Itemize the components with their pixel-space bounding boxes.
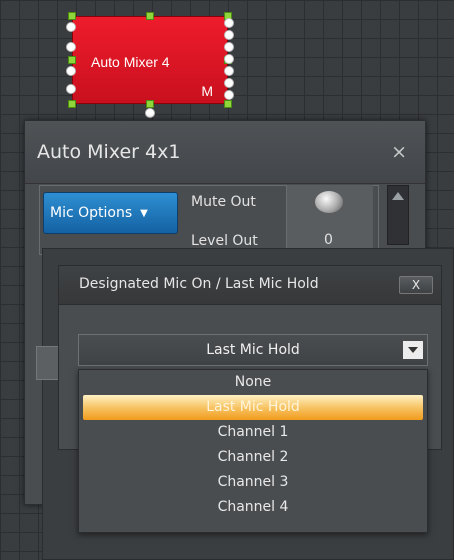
block-badge: M	[201, 83, 213, 99]
output-node-7[interactable]	[224, 90, 234, 100]
designated-mic-select[interactable]: Last Mic Hold	[78, 334, 428, 366]
select-value: Last Mic Hold	[206, 342, 300, 358]
panel-scrollbar[interactable]	[387, 185, 409, 245]
output-node-1[interactable]	[224, 18, 234, 28]
mute-out-label: Mute Out	[191, 194, 256, 210]
close-icon[interactable]: ×	[391, 141, 407, 163]
control-node-bottom[interactable]	[145, 108, 155, 118]
dropdown-option[interactable]: Channel 2	[79, 445, 427, 470]
output-node-2[interactable]	[224, 30, 234, 40]
selection-handle-tl[interactable]	[68, 12, 76, 20]
dialog-close-button[interactable]: X	[399, 276, 433, 294]
input-node-4[interactable]	[66, 84, 76, 94]
input-node-3[interactable]	[66, 66, 76, 76]
dropdown-option[interactable]: Last Mic Hold	[83, 395, 423, 420]
dialog-title: Designated Mic On / Last Mic Hold	[79, 276, 319, 292]
selection-handle-bl[interactable]	[68, 100, 76, 108]
selection-handle-ml[interactable]	[68, 56, 76, 64]
input-node-1[interactable]	[66, 22, 76, 32]
dropdown-option[interactable]: Channel 1	[79, 420, 427, 445]
mute-led-button[interactable]	[315, 191, 343, 213]
selection-handle-tm[interactable]	[146, 12, 154, 20]
select-dropdown-list: None Last Mic Hold Channel 1 Channel 2 Chann…	[78, 369, 428, 533]
chevron-down-icon: ▼	[140, 207, 148, 219]
output-node-6[interactable]	[224, 78, 234, 88]
panel-header: Auto Mixer 4x1 ×	[25, 121, 425, 184]
selection-handle-bm[interactable]	[146, 100, 154, 108]
output-node-3[interactable]	[224, 42, 234, 52]
dropdown-option[interactable]: Channel 4	[79, 495, 427, 520]
auto-mixer-block[interactable]: Auto Mixer 4 M	[72, 16, 228, 104]
level-out-value: 0	[324, 232, 333, 248]
selection-handle-br[interactable]	[224, 100, 232, 108]
chevron-down-icon[interactable]	[403, 341, 423, 359]
output-node-5[interactable]	[224, 66, 234, 76]
mic-options-button[interactable]: Mic Options ▼	[43, 192, 178, 234]
scroll-up-icon[interactable]	[392, 192, 404, 200]
input-node-2[interactable]	[66, 42, 76, 52]
dropdown-option[interactable]: Channel 3	[79, 470, 427, 495]
dropdown-option[interactable]: None	[79, 370, 427, 395]
dialog-header: Designated Mic On / Last Mic Hold X	[59, 266, 441, 305]
block-title: Auto Mixer 4	[91, 54, 170, 70]
mic-options-label: Mic Options	[50, 205, 133, 221]
level-out-label: Level Out	[191, 233, 258, 249]
output-node-4[interactable]	[224, 54, 234, 64]
panel-title: Auto Mixer 4x1	[37, 141, 181, 163]
